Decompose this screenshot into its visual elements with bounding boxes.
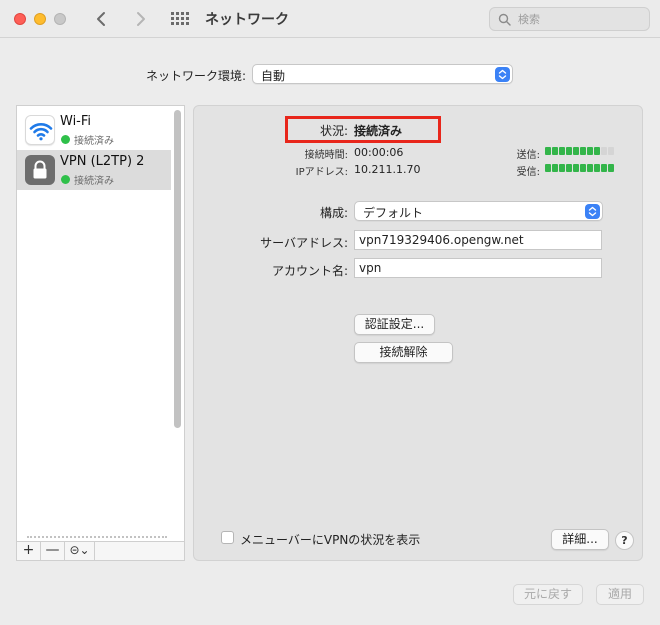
meter-segment [545,164,551,172]
wifi-icon [25,115,55,145]
search-input[interactable] [518,11,642,27]
meter-segment [587,147,593,155]
service-list-scrollbar[interactable] [174,110,181,428]
ip-address-value: 10.211.1.70 [354,163,421,176]
sent-activity-meter [545,147,617,155]
revert-button[interactable]: 元に戻す [513,584,583,605]
meter-segment [566,164,572,172]
updown-chevron-icon [495,67,510,82]
location-value: 自動 [261,69,286,83]
meter-segment [545,147,551,155]
show-vpn-menubar-checkbox[interactable] [221,531,234,544]
service-name: VPN (L2TP) 2 [60,154,145,169]
configuration-popup[interactable]: デフォルト [354,201,603,221]
account-name-label: アカウント名: [271,264,348,278]
meter-segment [594,164,600,172]
sent-label: 送信: [516,150,540,161]
lock-icon [25,155,55,185]
received-label: 受信: [516,167,540,178]
title-bar: ネットワーク [0,0,660,38]
meter-segment [559,147,565,155]
remove-service-button[interactable]: — [41,542,65,560]
received-activity-meter [545,164,617,172]
help-button[interactable]: ? [615,531,634,550]
updown-chevron-icon [585,204,600,219]
search-icon [498,13,511,26]
status-label: 状況: [319,124,348,138]
back-button[interactable] [92,9,112,29]
service-list-toolbar: + — ⊝⌄ [16,541,185,561]
location-popup[interactable]: 自動 [252,64,513,84]
minimize-window-button[interactable] [34,13,46,25]
hidden-row-remnant [27,536,167,540]
vpn-detail-panel: 状況: 接続済み 接続時間: 00:00:06 IPアドレス: 10.211.1… [193,105,643,561]
show-all-grid-icon[interactable] [171,12,189,26]
meter-segment [608,147,614,155]
authentication-settings-button[interactable]: 認証設定... [354,314,435,335]
meter-segment [552,164,558,172]
meter-segment [573,164,579,172]
meter-segment [552,147,558,155]
server-address-label: サーバアドレス: [260,236,348,250]
configuration-value: デフォルト [363,206,424,220]
add-service-button[interactable]: + [17,542,41,560]
search-field[interactable] [489,7,650,31]
disconnect-button[interactable]: 接続解除 [354,342,453,363]
chevron-left-icon [97,12,105,26]
service-list: Wi-Fi 接続済み VPN (L2TP) 2 接続済み [16,105,185,543]
meter-segment [608,164,614,172]
meter-segment [580,164,586,172]
connect-time-value: 00:00:06 [354,146,404,159]
zoom-window-button[interactable] [54,13,66,25]
network-preferences-window: ネットワーク ネットワーク環境: 自動 Wi-Fi 接続済み [0,0,660,625]
service-name: Wi-Fi [60,114,92,129]
meter-segment [566,147,572,155]
apply-button[interactable]: 適用 [596,584,644,605]
window-title: ネットワーク [205,12,289,28]
meter-segment [573,147,579,155]
service-status: 接続済み [74,176,114,187]
meter-segment [601,164,607,172]
service-status: 接続済み [74,136,114,147]
account-name-field[interactable] [354,258,602,278]
chevron-right-icon [137,12,145,26]
meter-segment [559,164,565,172]
connected-status-dot [61,175,70,184]
meter-segment [587,164,593,172]
forward-button[interactable] [130,9,150,29]
show-vpn-menubar-label: メニューバーにVPNの状況を表示 [240,533,421,547]
server-address-field[interactable] [354,230,602,250]
meter-segment [580,147,586,155]
connected-status-dot [61,135,70,144]
status-value: 接続済み [354,124,403,138]
service-item-vpn[interactable]: VPN (L2TP) 2 接続済み [17,150,171,190]
location-label: ネットワーク環境: [146,69,247,83]
meter-segment [601,147,607,155]
connect-time-label: 接続時間: [304,150,348,161]
advanced-button[interactable]: 詳細... [551,529,609,550]
action-menu-button[interactable]: ⊝⌄ [65,542,95,560]
meter-segment [594,147,600,155]
ip-address-label: IPアドレス: [295,167,348,178]
service-item-wifi[interactable]: Wi-Fi 接続済み [17,110,171,150]
configuration-label: 構成: [319,206,348,220]
close-window-button[interactable] [14,13,26,25]
